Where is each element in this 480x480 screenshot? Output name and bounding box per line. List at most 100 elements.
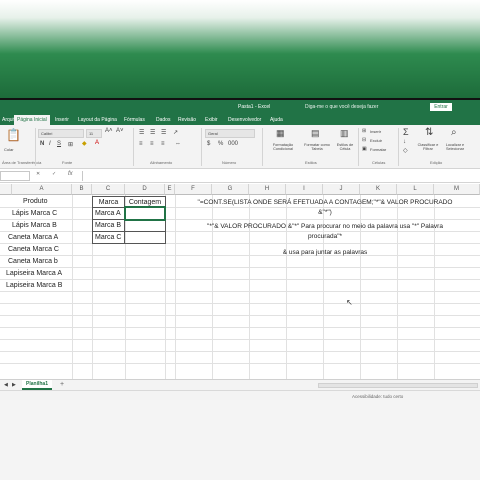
note-line-1[interactable]: "=CONT.SE(LISTA ONDE SERÁ EFETUADA A CON… (176, 198, 474, 207)
sort-filter-icon[interactable]: ⇅ (425, 127, 433, 138)
note-line-2[interactable]: &"*") (176, 208, 474, 217)
tab-formulas[interactable]: Fórmulas (124, 117, 145, 123)
sheet-tab-bar: ◀ ▶ Planilha1 + (0, 379, 480, 390)
spreadsheet-grid[interactable]: A B C D E F G H I J K L M Produto Lápis … (0, 184, 480, 379)
sheet-nav-right-icon[interactable]: ▶ (12, 382, 16, 388)
separator (133, 128, 134, 166)
find-select-label[interactable]: Localizar e Selecionar (441, 143, 469, 151)
tab-desenvolvedor[interactable]: Desenvolvedor (228, 117, 261, 123)
currency-icon[interactable]: $ (207, 141, 210, 147)
column-header-f[interactable]: F (175, 184, 212, 195)
column-header-g[interactable]: G (212, 184, 249, 195)
formula-input[interactable] (82, 171, 478, 181)
gridline (0, 267, 480, 268)
percent-icon[interactable]: % (218, 141, 223, 147)
column-header-i[interactable]: I (286, 184, 323, 195)
name-box[interactable] (0, 171, 30, 181)
column-header-m[interactable]: M (434, 184, 480, 195)
fill-icon[interactable]: ↓ (403, 139, 406, 145)
align-center-icon[interactable]: ≡ (150, 141, 154, 147)
note-line-3[interactable]: "*"& VALOR PROCURADO &"*" Para procurar … (176, 222, 474, 231)
format-cells-label[interactable]: Formatar (370, 147, 386, 152)
active-cell-d2[interactable] (124, 206, 166, 221)
font-color-icon[interactable]: A (95, 140, 99, 146)
cancel-icon[interactable]: ✕ (36, 171, 40, 177)
ribbon: 📋 Colar Área de Transferência Calibri 11… (0, 125, 480, 169)
column-header-h[interactable]: H (249, 184, 286, 195)
autosum-icon[interactable]: Σ (403, 127, 409, 137)
find-select-icon[interactable]: ⌕ (451, 127, 457, 138)
merge-icon[interactable]: ⇔ (175, 141, 181, 147)
sheet-tab-planilha1[interactable]: Planilha1 (22, 380, 52, 390)
cell-d4[interactable] (124, 231, 166, 244)
format-table-icon[interactable]: ▤ (311, 128, 320, 139)
status-accessibility[interactable]: Acessibilidade: tudo certo (352, 394, 403, 399)
decrease-font-icon[interactable]: A˅ (116, 128, 124, 134)
add-sheet-icon[interactable]: + (60, 381, 64, 388)
tab-ajuda[interactable]: Ajuda (270, 117, 283, 123)
cell-a7[interactable]: Lapiseira Marca A (6, 270, 62, 277)
cell-a2[interactable]: Lápis Marca C (12, 210, 57, 217)
align-middle-icon[interactable]: ☰ (150, 129, 155, 136)
sheet-nav-left-icon[interactable]: ◀ (4, 382, 8, 388)
group-alignment-label: Alinhamento (150, 160, 173, 165)
gridline (0, 219, 480, 220)
fill-color-icon[interactable]: ◆ (82, 140, 87, 147)
tab-revisao[interactable]: Revisão (178, 117, 196, 123)
tab-exibir[interactable]: Exibir (205, 117, 218, 123)
conditional-format-icon[interactable]: ▦ (276, 128, 285, 139)
column-header-e[interactable]: E (165, 184, 175, 195)
insert-cells-icon[interactable]: ⊞ (362, 128, 366, 134)
thousands-icon[interactable]: 000 (228, 141, 238, 147)
cell-styles-label[interactable]: Estilos de Célula (334, 143, 356, 151)
align-top-icon[interactable]: ☰ (139, 129, 144, 136)
increase-font-icon[interactable]: A˄ (105, 128, 113, 134)
horizontal-scrollbar[interactable] (318, 383, 478, 388)
column-header-j[interactable]: J (323, 184, 360, 195)
cell-a6[interactable]: Caneta Marca b (8, 258, 58, 265)
enter-icon[interactable]: ✓ (52, 171, 56, 177)
column-header-c[interactable]: C (92, 184, 125, 195)
format-cells-icon[interactable]: ▣ (362, 146, 367, 152)
column-header-d[interactable]: D (125, 184, 165, 195)
format-table-label[interactable]: Formatar como Tabela (300, 143, 334, 151)
cell-c4[interactable]: Marca C (92, 231, 125, 244)
borders-icon[interactable]: ⊞ (68, 141, 73, 148)
italic-icon[interactable]: I (49, 141, 51, 147)
tell-me-search[interactable]: Diga-me o que você deseja fazer (305, 104, 378, 110)
delete-cells-label[interactable]: Excluir (370, 138, 382, 143)
sort-filter-label[interactable]: Classificar e Filtrar (416, 143, 440, 151)
cell-a4[interactable]: Caneta Marca A (8, 234, 58, 241)
tab-pagina-inicial[interactable]: Página Inicial (14, 115, 50, 125)
gridline (0, 279, 480, 280)
column-header-a[interactable]: A (12, 184, 72, 195)
cell-a8[interactable]: Lapiseira Marca B (6, 282, 62, 289)
column-header-k[interactable]: K (360, 184, 397, 195)
sign-in-button[interactable]: Entrar (430, 103, 452, 111)
align-bottom-icon[interactable]: ☰ (161, 129, 166, 136)
tab-layout[interactable]: Layout da Página (78, 117, 117, 123)
insert-cells-label[interactable]: Inserir (370, 129, 381, 134)
note-line-4[interactable]: procurada"* (176, 232, 474, 241)
column-header-b[interactable]: B (72, 184, 92, 195)
column-header-l[interactable]: L (397, 184, 434, 195)
cell-a5[interactable]: Caneta Marca C (8, 246, 59, 253)
tab-inserir[interactable]: Inserir (55, 117, 69, 123)
tab-dados[interactable]: Dados (156, 117, 170, 123)
paste-icon[interactable]: 📋 (6, 128, 21, 142)
select-all-corner[interactable] (0, 184, 12, 195)
orientation-icon[interactable]: ↗ (173, 129, 178, 136)
conditional-format-label[interactable]: Formatação Condicional (266, 143, 300, 151)
cell-a3[interactable]: Lápis Marca B (12, 222, 57, 229)
note-line-5[interactable]: & usa para juntar as palavras (176, 248, 474, 257)
bold-icon[interactable]: N (40, 141, 44, 147)
cell-styles-icon[interactable]: ▥ (340, 128, 349, 139)
align-right-icon[interactable]: ≡ (161, 141, 165, 147)
clear-icon[interactable]: ◇ (403, 147, 408, 154)
underline-icon[interactable]: S (57, 141, 61, 147)
excel-window: Pasta1 - Excel Diga-me o que você deseja… (0, 98, 480, 400)
cell-a1[interactable]: Produto (23, 198, 48, 205)
delete-cells-icon[interactable]: ⊟ (362, 137, 366, 143)
align-left-icon[interactable]: ≡ (139, 141, 143, 147)
fx-label[interactable]: fx (68, 171, 73, 177)
